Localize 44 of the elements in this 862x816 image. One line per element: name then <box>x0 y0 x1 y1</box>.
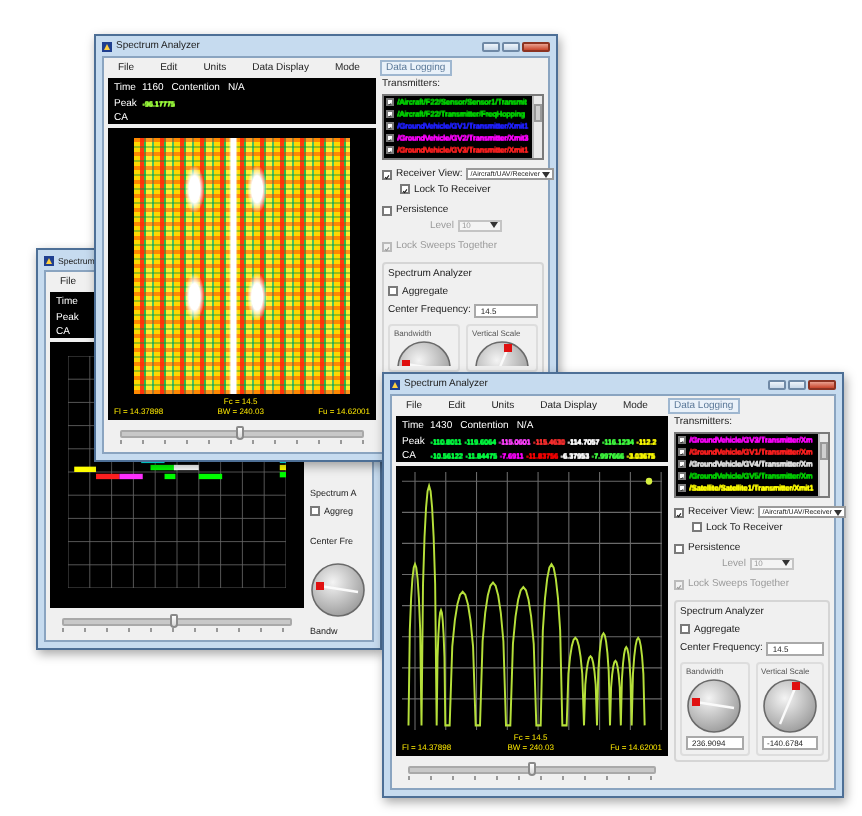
slider-thumb[interactable] <box>235 425 244 439</box>
app-icon <box>44 255 54 265</box>
maximize-button[interactable] <box>788 379 806 389</box>
knob-dial[interactable] <box>761 677 818 733</box>
checkbox[interactable] <box>674 507 684 517</box>
checkbox[interactable] <box>678 435 686 444</box>
knob-dial[interactable] <box>686 677 743 733</box>
minimize-button[interactable] <box>768 379 786 389</box>
close-button[interactable] <box>808 379 836 389</box>
checkbox[interactable] <box>386 134 394 143</box>
checkbox[interactable] <box>692 522 702 532</box>
checkbox[interactable] <box>400 184 410 194</box>
scrollbar[interactable] <box>818 433 828 495</box>
checkbox[interactable] <box>678 459 686 468</box>
knob-dial[interactable] <box>396 339 452 365</box>
maximize-button[interactable] <box>502 41 520 51</box>
checkbox[interactable] <box>674 543 684 553</box>
caret-icon <box>489 222 498 228</box>
app-icon <box>102 41 112 51</box>
checkbox[interactable] <box>382 169 392 179</box>
knob-dial[interactable] <box>310 562 366 618</box>
app-icon <box>390 379 400 389</box>
caret-icon <box>542 171 551 177</box>
scrollbar[interactable] <box>532 95 542 157</box>
checkbox[interactable] <box>678 447 686 456</box>
slider-thumb[interactable] <box>528 761 536 775</box>
checkbox[interactable] <box>386 121 394 130</box>
close-button[interactable] <box>522 41 550 51</box>
caret-icon <box>781 560 790 566</box>
frequency-slider[interactable] <box>120 429 364 437</box>
checkbox[interactable] <box>310 506 320 516</box>
checkbox[interactable] <box>386 109 394 118</box>
checkbox[interactable] <box>678 484 686 493</box>
checkbox[interactable] <box>680 624 690 634</box>
checkbox[interactable] <box>382 205 392 215</box>
checkbox[interactable] <box>678 472 686 481</box>
caret-icon <box>834 509 843 515</box>
slider-thumb[interactable] <box>170 613 179 627</box>
checkbox[interactable] <box>388 286 398 296</box>
checkbox[interactable] <box>386 97 394 106</box>
minimize-button[interactable] <box>482 41 500 51</box>
frequency-slider[interactable] <box>62 617 292 625</box>
checkbox[interactable] <box>386 146 394 155</box>
frequency-slider[interactable] <box>408 765 656 773</box>
